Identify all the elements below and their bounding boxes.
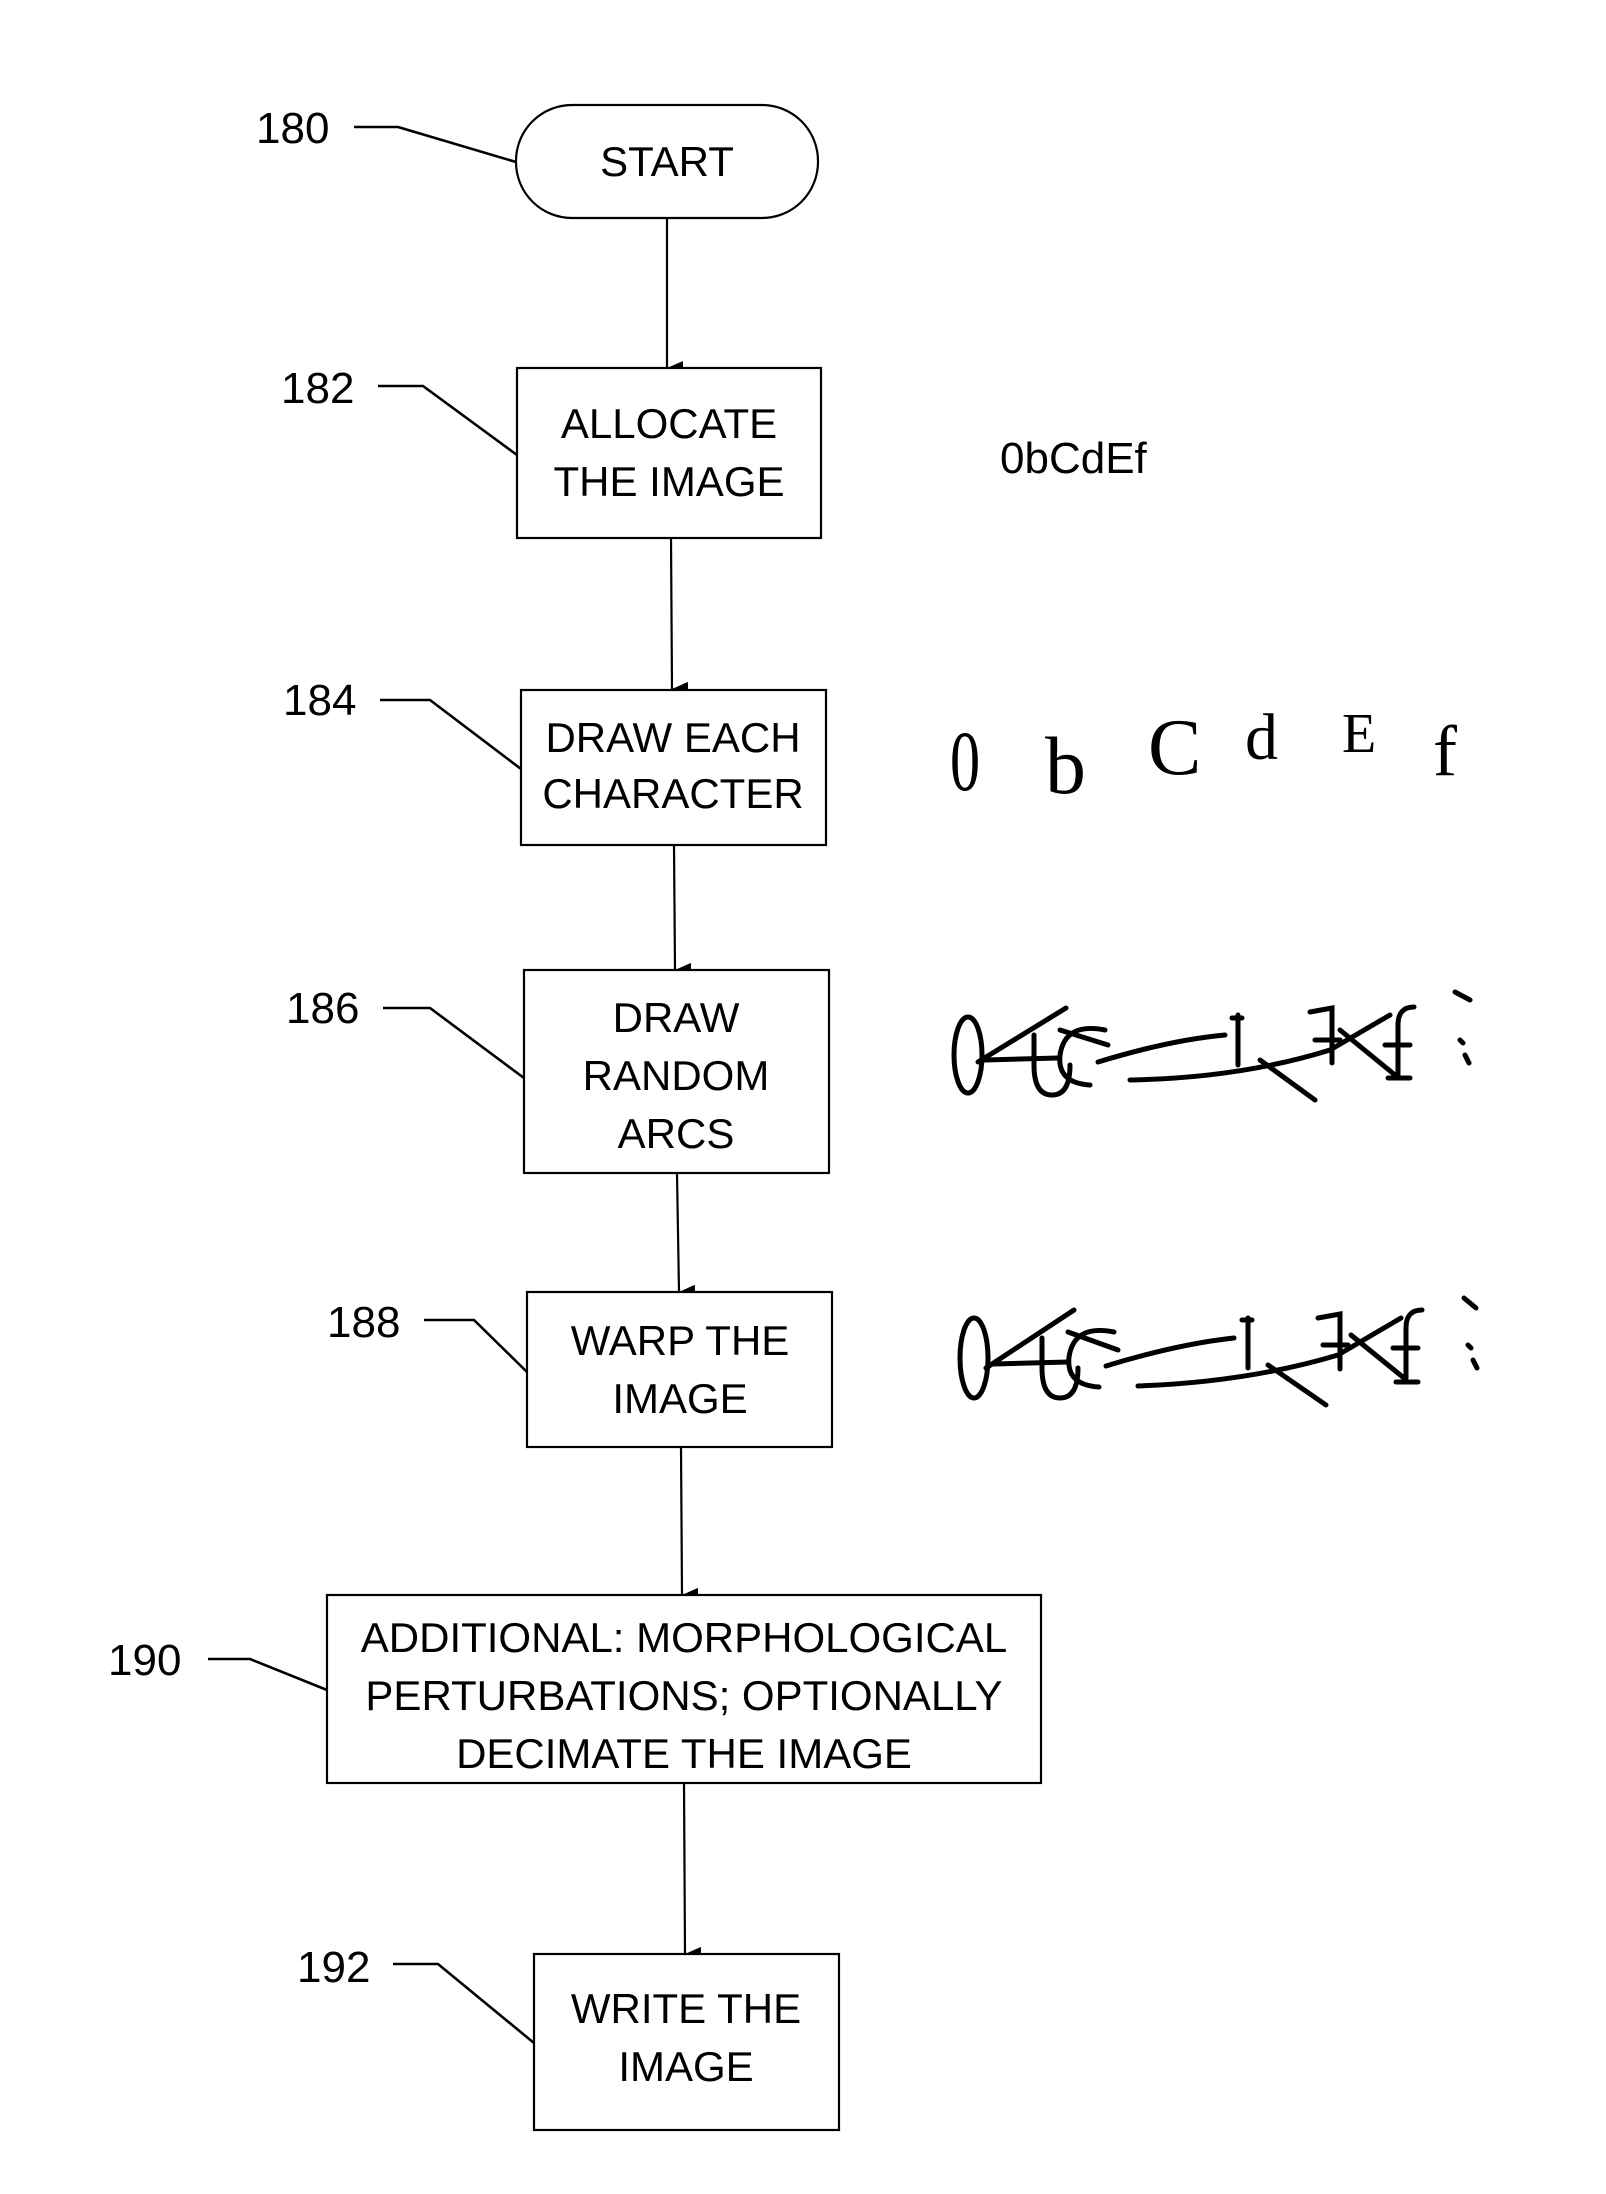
warped-arc-4 xyxy=(1103,1335,1237,1369)
drawn-char-2: C xyxy=(1148,704,1201,792)
leader-line-180 xyxy=(354,125,517,164)
example-random-arcs xyxy=(951,989,1473,1103)
arrow-184-to-186 xyxy=(672,844,692,977)
drawn-char-1: b xyxy=(1045,720,1086,811)
example-warped-image xyxy=(957,1295,1480,1408)
drawn-char-5: f xyxy=(1433,711,1457,791)
random-arc-1 xyxy=(975,1005,1069,1065)
step-184-line-2: CHARACTER xyxy=(542,770,803,817)
step-180-start: START 180 xyxy=(256,103,820,220)
warped-arc-2 xyxy=(991,1359,1071,1367)
leader-line-192 xyxy=(393,1962,535,2045)
arc-char-d xyxy=(1229,1012,1245,1068)
step-186-line-1: DRAW xyxy=(613,994,740,1041)
ref-label-186: 186 xyxy=(286,984,359,1033)
warped-arc-1 xyxy=(983,1307,1077,1371)
ref-label-184: 184 xyxy=(283,676,356,725)
step-182-line-1: ALLOCATE xyxy=(561,400,777,447)
step-182-line-2: THE IMAGE xyxy=(553,458,784,505)
step-184-draw-each-character: DRAW EACH CHARACTER 184 xyxy=(283,676,828,847)
arrow-190-to-192 xyxy=(682,1782,702,1961)
arrow-182-to-184 xyxy=(669,537,689,696)
warped-arc-7 xyxy=(1348,1332,1407,1381)
step-188-line-1: WARP THE xyxy=(571,1317,790,1364)
ref-label-182: 182 xyxy=(281,364,354,413)
leader-line-186 xyxy=(383,1006,525,1080)
warped-char-0 xyxy=(957,1315,991,1401)
warped-char-d xyxy=(1239,1315,1255,1371)
random-arc-2 xyxy=(982,1055,1061,1063)
leader-line-184 xyxy=(380,698,522,771)
leader-line-188 xyxy=(424,1318,528,1373)
drawn-char-0: 0 xyxy=(950,715,980,810)
leader-line-182 xyxy=(378,384,518,457)
step-190-line-2: PERTURBATIONS; OPTIONALLY xyxy=(365,1672,1002,1719)
step-182-allocate: ALLOCATE THE IMAGE 182 xyxy=(281,364,823,540)
ref-label-192: 192 xyxy=(297,1943,370,1992)
arrow-188-to-190 xyxy=(679,1446,699,1602)
process-box-192 xyxy=(532,1952,841,2132)
random-arc-7 xyxy=(1337,1027,1398,1078)
step-186-draw-random-arcs: DRAW RANDOM ARCS 186 xyxy=(286,968,831,1175)
leader-line-190 xyxy=(208,1657,328,1692)
process-box-182 xyxy=(515,366,823,540)
step-192-write: WRITE THE IMAGE 192 xyxy=(297,1943,841,2132)
arrow-186-to-188 xyxy=(675,1172,696,1299)
step-188-warp: WARP THE IMAGE 188 xyxy=(327,1290,834,1449)
step-186-line-2: RANDOM xyxy=(583,1052,770,1099)
ref-label-188: 188 xyxy=(327,1298,400,1347)
flowchart: START 180 ALLOCATE THE IMAGE 182 DRAW EA… xyxy=(108,103,1480,2132)
step-192-line-1: WRITE THE xyxy=(571,1985,801,2032)
random-arc-5 xyxy=(1127,1012,1393,1083)
warped-arc-6 xyxy=(1265,1362,1329,1408)
ref-label-180: 180 xyxy=(256,104,329,153)
step-184-line-1: DRAW EACH xyxy=(545,714,800,761)
step-190-line-1: ADDITIONAL: MORPHOLOGICAL xyxy=(361,1614,1007,1661)
drawn-char-3: d xyxy=(1245,701,1278,774)
step-190-additional: ADDITIONAL: MORPHOLOGICAL PERTURBATIONS;… xyxy=(108,1593,1043,1785)
step-186-line-3: ARCS xyxy=(618,1110,735,1157)
drawn-char-4: E xyxy=(1342,703,1376,765)
random-arc-6 xyxy=(1257,1057,1318,1103)
step-188-line-2: IMAGE xyxy=(612,1375,747,1422)
start-label: START xyxy=(600,138,734,185)
random-arc-fragments xyxy=(1452,989,1473,1066)
example-allocated-text: 0bCdEf xyxy=(1000,434,1148,483)
arc-char-0 xyxy=(951,1014,985,1096)
ref-label-190: 190 xyxy=(108,1636,181,1685)
step-190-line-3: DECIMATE THE IMAGE xyxy=(456,1730,912,1777)
random-arc-4 xyxy=(1095,1032,1228,1065)
step-192-line-2: IMAGE xyxy=(618,2043,753,2090)
warped-arc-5 xyxy=(1135,1315,1404,1389)
process-box-188 xyxy=(525,1290,834,1449)
warped-arc-fragments xyxy=(1461,1295,1480,1371)
example-drawn-characters: 0 b C d E f xyxy=(950,701,1457,811)
